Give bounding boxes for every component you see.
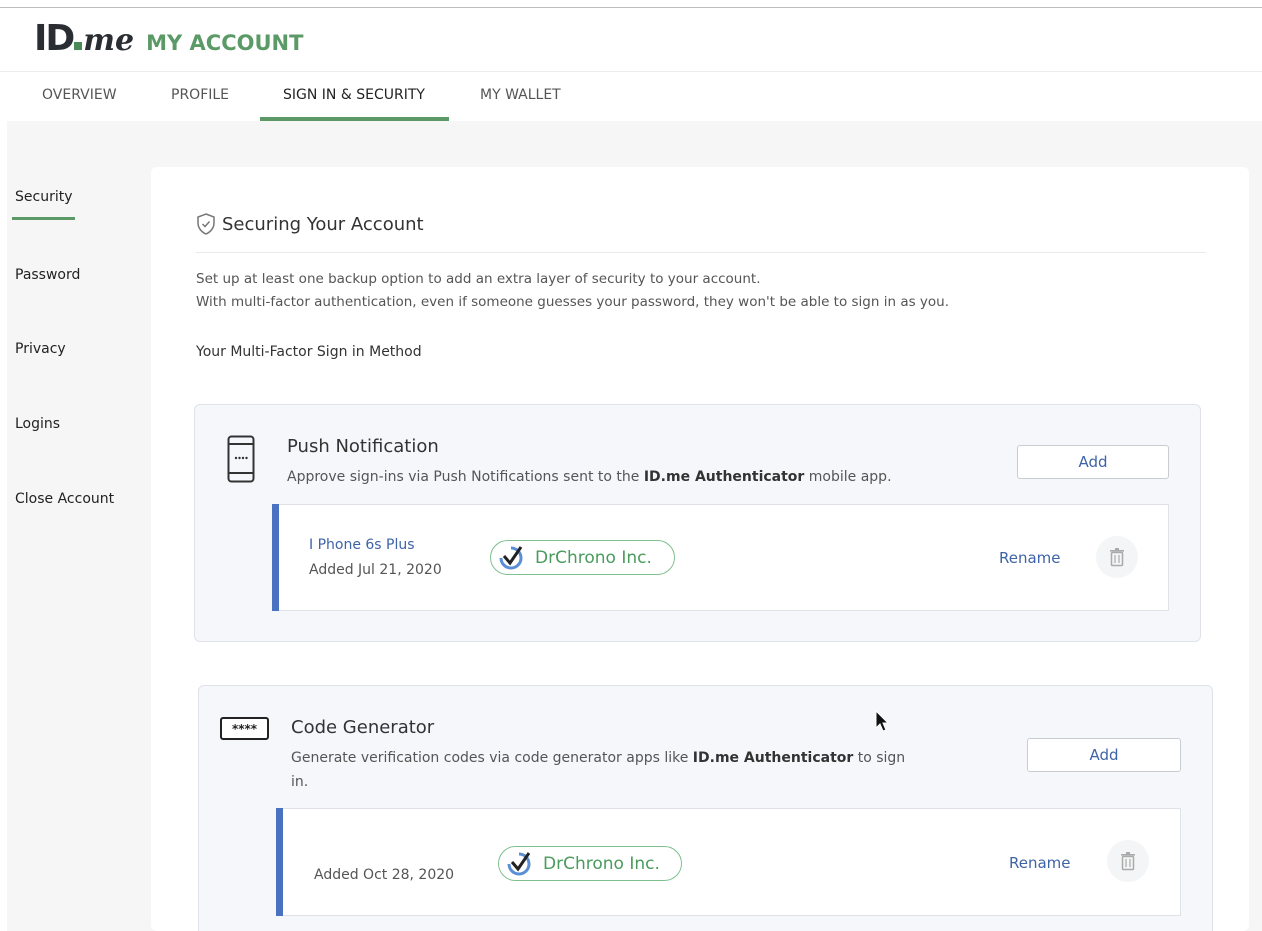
desc-bold-text: ID.me Authenticator bbox=[643, 469, 805, 485]
title-divider bbox=[196, 252, 1206, 253]
row-accent-bar bbox=[272, 504, 279, 611]
desc-bold-text: ID.me Authenticator bbox=[692, 750, 854, 766]
device-name-link[interactable]: I Phone 6s Plus bbox=[309, 537, 415, 553]
sidebar-item-close-account[interactable]: Close Account bbox=[15, 491, 114, 507]
description-line-1: Set up at least one backup option to add… bbox=[196, 271, 761, 287]
idme-logo[interactable]: ID me MY ACCOUNT bbox=[34, 18, 303, 59]
description-line-2: With multi-factor authentication, even i… bbox=[196, 294, 950, 310]
passcode-icon: **** bbox=[220, 717, 269, 740]
tab-my-wallet[interactable]: MY WALLET bbox=[480, 87, 561, 103]
mfa-method-label: Your Multi-Factor Sign in Method bbox=[196, 344, 422, 360]
desc-text: Approve sign-ins via Push Notifications … bbox=[287, 469, 644, 485]
sidebar-item-security[interactable]: Security bbox=[15, 189, 73, 205]
sidebar-active-indicator bbox=[12, 217, 75, 220]
add-push-notification-button[interactable]: Add bbox=[1017, 445, 1169, 479]
account-tabs: OVERVIEW PROFILE SIGN IN & SECURITY MY W… bbox=[0, 73, 1262, 121]
desc-text: mobile app. bbox=[804, 469, 892, 485]
badge-label: DrChrono Inc. bbox=[543, 853, 660, 874]
delete-device-button[interactable] bbox=[1107, 840, 1149, 882]
check-circle-icon bbox=[507, 851, 531, 875]
code-generator-title: Code Generator bbox=[291, 717, 435, 738]
rename-device-button[interactable]: Rename bbox=[999, 549, 1061, 567]
logo-id-text: ID bbox=[34, 18, 75, 59]
badge-label: DrChrono Inc. bbox=[535, 547, 652, 568]
mobile-phone-icon bbox=[227, 435, 255, 483]
desc-text: Generate verification codes via code gen… bbox=[291, 750, 693, 766]
push-notification-title: Push Notification bbox=[287, 436, 439, 457]
tab-profile[interactable]: PROFILE bbox=[171, 87, 229, 103]
device-added-date: Added Oct 28, 2020 bbox=[314, 867, 455, 883]
rename-device-button[interactable]: Rename bbox=[1009, 854, 1071, 872]
row-accent-bar bbox=[276, 808, 283, 916]
sidebar-item-privacy[interactable]: Privacy bbox=[15, 341, 66, 357]
delete-device-button[interactable] bbox=[1096, 536, 1138, 578]
shield-check-icon bbox=[197, 213, 215, 235]
tab-overview[interactable]: OVERVIEW bbox=[42, 87, 117, 103]
trash-icon bbox=[1110, 548, 1124, 567]
drchrono-badge: DrChrono Inc. bbox=[498, 846, 682, 881]
app-header: ID me MY ACCOUNT bbox=[0, 8, 1262, 72]
tab-sign-in-security[interactable]: SIGN IN & SECURITY bbox=[283, 87, 425, 103]
push-notification-description: Approve sign-ins via Push Notifications … bbox=[287, 465, 987, 489]
device-added-date: Added Jul 21, 2020 bbox=[309, 562, 442, 578]
logo-me-text: me bbox=[83, 23, 135, 58]
sidebar-item-password[interactable]: Password bbox=[15, 267, 80, 283]
code-generator-description: Generate verification codes via code gen… bbox=[291, 746, 911, 794]
my-account-label: MY ACCOUNT bbox=[146, 31, 304, 55]
page-title: Securing Your Account bbox=[222, 213, 424, 235]
drchrono-badge: DrChrono Inc. bbox=[490, 540, 675, 575]
check-circle-icon bbox=[499, 545, 523, 569]
section-title: Securing Your Account bbox=[196, 213, 424, 235]
mouse-cursor-icon bbox=[875, 710, 890, 732]
sidebar-item-logins[interactable]: Logins bbox=[15, 416, 60, 432]
trash-icon bbox=[1121, 852, 1135, 871]
logo-dot bbox=[74, 42, 83, 50]
add-code-generator-button[interactable]: Add bbox=[1027, 738, 1181, 772]
